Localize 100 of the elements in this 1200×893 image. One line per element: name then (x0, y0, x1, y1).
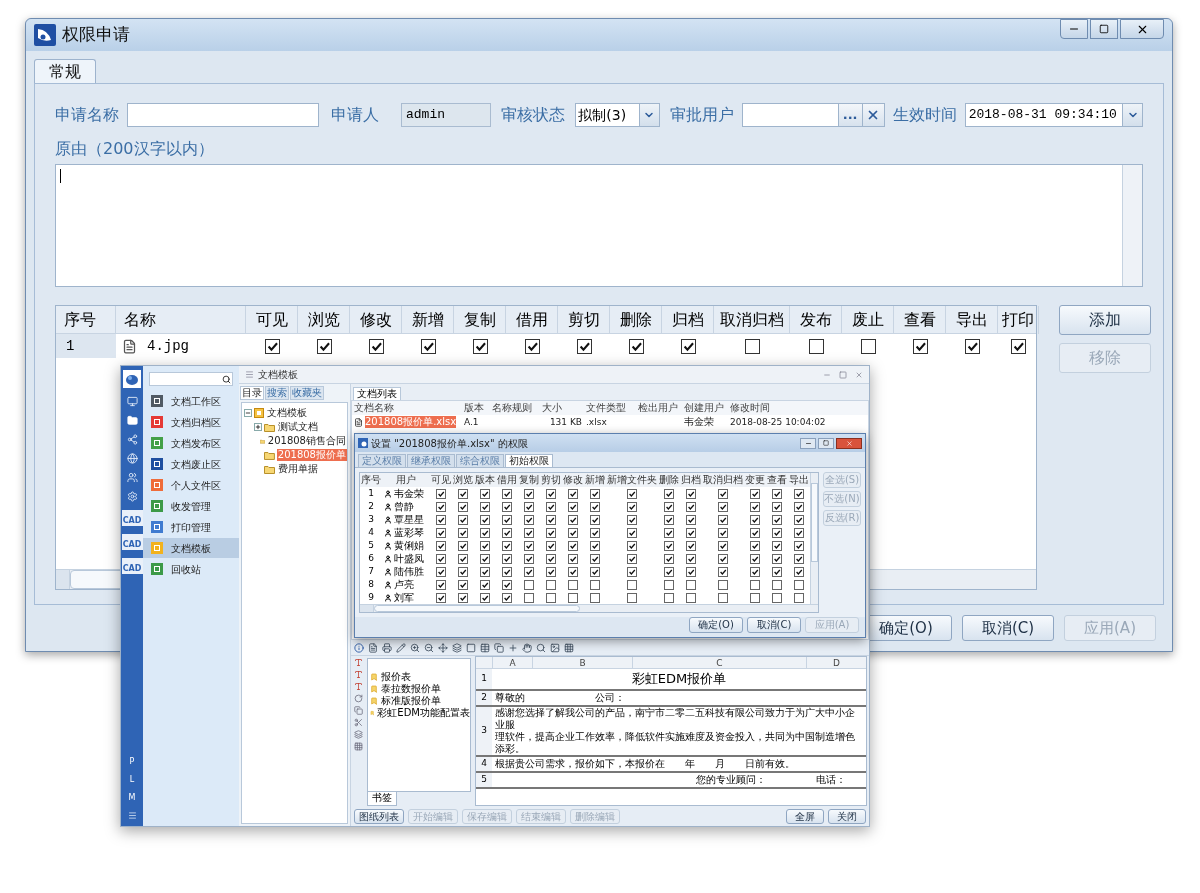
checkbox[interactable] (627, 566, 637, 577)
column-header[interactable]: 检出用户 (636, 401, 682, 415)
maximize-button[interactable] (1090, 19, 1118, 39)
tab[interactable]: 书签 (367, 792, 397, 806)
checkbox[interactable] (750, 566, 760, 577)
checkbox[interactable] (458, 514, 468, 525)
bookmark-item[interactable]: 报价表 (381, 671, 411, 683)
checkbox[interactable] (718, 566, 728, 577)
checkbox[interactable] (718, 488, 728, 499)
checkbox[interactable] (458, 553, 468, 564)
checkbox[interactable] (568, 553, 578, 564)
button[interactable]: 全屏 (786, 808, 824, 824)
checkbox[interactable] (458, 501, 468, 512)
checkbox[interactable] (568, 540, 578, 551)
checkbox[interactable] (546, 488, 556, 499)
checkbox[interactable] (772, 501, 782, 512)
checkbox[interactable] (502, 553, 512, 564)
button[interactable]: 图纸列表 (354, 808, 404, 824)
checkbox[interactable] (664, 501, 674, 512)
checkbox[interactable] (568, 514, 578, 525)
checkbox[interactable] (686, 540, 696, 551)
tree-item[interactable]: 费用单据 (277, 463, 319, 475)
checkbox[interactable] (502, 566, 512, 577)
minimize-button[interactable] (1060, 19, 1088, 39)
nav-item[interactable]: 打印管理 (143, 517, 239, 537)
checkbox[interactable] (627, 592, 637, 603)
checkbox[interactable] (794, 501, 804, 512)
nav-item[interactable]: 文档废止区 (143, 454, 239, 474)
checkbox[interactable] (502, 488, 512, 499)
checkbox[interactable] (480, 501, 490, 512)
checkbox[interactable] (502, 527, 512, 538)
checkbox[interactable] (436, 553, 446, 564)
checkbox[interactable] (546, 501, 556, 512)
checkbox[interactable] (680, 338, 696, 354)
checkbox[interactable] (480, 540, 490, 551)
checkbox[interactable] (1011, 338, 1026, 354)
checkbox[interactable] (436, 501, 446, 512)
button[interactable]: 取消(C) (747, 617, 801, 633)
checkbox[interactable] (524, 592, 534, 603)
rail-letter[interactable]: L (129, 775, 135, 785)
clear-button[interactable] (861, 104, 884, 126)
checkbox[interactable] (546, 566, 556, 577)
tab[interactable]: 目录 (240, 386, 264, 400)
checkbox[interactable] (964, 338, 980, 354)
nav-item[interactable]: 收发管理 (143, 496, 239, 516)
bookmark-item[interactable]: 泰拉数报价单 (381, 683, 441, 695)
checkbox[interactable] (568, 592, 578, 603)
rail-letter[interactable]: M (128, 793, 136, 803)
checkbox[interactable] (686, 514, 696, 525)
checkbox[interactable] (480, 527, 490, 538)
checkbox[interactable] (436, 566, 446, 577)
checkbox[interactable] (502, 540, 512, 551)
bookmark-item[interactable]: 标准版报价单 (381, 695, 441, 707)
column-header[interactable]: 文档名称 (352, 401, 462, 415)
checkbox[interactable] (502, 514, 512, 525)
checkbox[interactable] (627, 514, 637, 525)
checkbox[interactable] (458, 592, 468, 603)
checkbox[interactable] (590, 579, 600, 590)
bookmark-item[interactable]: 彩虹EDM功能配置表 (377, 707, 470, 719)
checkbox[interactable] (546, 592, 556, 603)
checkbox[interactable] (546, 579, 556, 590)
close-button[interactable] (836, 437, 862, 449)
checkbox[interactable] (794, 488, 804, 499)
column-header[interactable]: 修改时间 (728, 401, 868, 415)
checkbox[interactable] (664, 514, 674, 525)
checkbox[interactable] (436, 527, 446, 538)
tab[interactable]: 文档列表 (353, 387, 401, 400)
checkbox[interactable] (772, 488, 782, 499)
rail-letter[interactable]: P (129, 757, 135, 767)
checkbox[interactable] (664, 488, 674, 499)
checkbox[interactable] (794, 527, 804, 538)
checkbox[interactable] (718, 592, 728, 603)
checkbox[interactable] (546, 540, 556, 551)
checkbox[interactable] (590, 527, 600, 538)
checkbox[interactable] (794, 553, 804, 564)
checkbox[interactable] (502, 501, 512, 512)
minimize-button[interactable] (800, 437, 816, 449)
checkbox[interactable] (627, 540, 637, 551)
tab[interactable]: 常规 (34, 59, 96, 83)
checkbox[interactable] (718, 579, 728, 590)
tab[interactable]: 初始权限 (505, 454, 553, 467)
checkbox[interactable] (420, 338, 436, 354)
checkbox[interactable] (772, 592, 782, 603)
name-field[interactable] (127, 103, 319, 127)
checkbox[interactable] (912, 338, 928, 354)
tab[interactable]: 收藏夹 (290, 386, 324, 400)
checkbox[interactable] (576, 338, 592, 354)
checkbox[interactable] (568, 566, 578, 577)
checkbox[interactable] (436, 540, 446, 551)
checkbox[interactable] (664, 592, 674, 603)
checkbox[interactable] (568, 579, 578, 590)
nav-item[interactable]: 文档归档区 (143, 412, 239, 432)
checkbox[interactable] (480, 592, 490, 603)
applicant-field[interactable]: admin (401, 103, 492, 127)
checkbox[interactable] (458, 566, 468, 577)
column-header[interactable]: 创建用户 (682, 401, 728, 415)
checkbox[interactable] (524, 566, 534, 577)
checkbox[interactable] (590, 592, 600, 603)
checkbox[interactable] (568, 527, 578, 538)
checkbox[interactable] (480, 553, 490, 564)
